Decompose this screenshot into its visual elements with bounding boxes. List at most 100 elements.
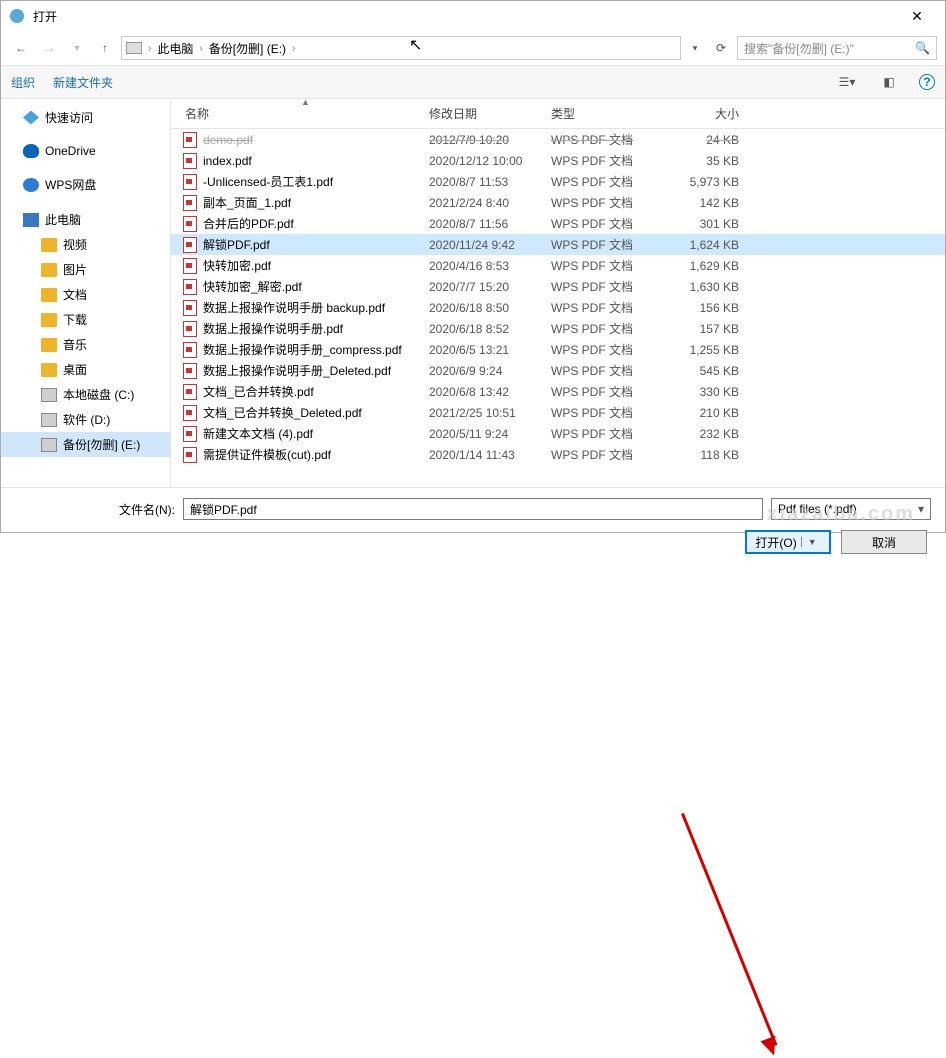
pdf-icon [183, 132, 197, 148]
file-row[interactable]: 数据上报操作说明手册 backup.pdf2020/6/18 8:50WPS P… [171, 297, 945, 318]
file-row[interactable]: 文档_已合并转换_Deleted.pdf2021/2/25 10:51WPS P… [171, 402, 945, 423]
breadcrumb-pc[interactable]: 此电脑 [157, 40, 193, 57]
sidebar-pictures[interactable]: 图片 [1, 257, 170, 282]
file-row[interactable]: demo.pdf2012/7/9 10:20WPS PDF 文档24 KB [171, 129, 945, 150]
file-date: 2020/4/16 8:53 [429, 259, 551, 273]
file-name: -Unlicensed-员工表1.pdf [203, 173, 333, 190]
pdf-icon [183, 279, 197, 295]
pc-icon [23, 213, 39, 227]
sort-indicator-icon: ▲ [301, 99, 310, 107]
folder-icon [41, 363, 57, 377]
column-size[interactable]: 大小 [667, 105, 757, 122]
organize-menu[interactable]: 组织 [11, 74, 35, 91]
view-options-button[interactable]: ☰▾ [835, 75, 859, 89]
sidebar-music[interactable]: 音乐 [1, 332, 170, 357]
sidebar-drive-e[interactable]: 备份[勿删] (E:) [1, 432, 170, 457]
pdf-icon [183, 300, 197, 316]
cloud-icon [23, 144, 39, 158]
file-row[interactable]: 需提供证件模板(cut).pdf2020/1/14 11:43WPS PDF 文… [171, 444, 945, 465]
address-bar[interactable]: › 此电脑 › 备份[勿删] (E:) › [121, 36, 681, 60]
sidebar-item-label: 视频 [63, 236, 87, 253]
file-name: 副本_页面_1.pdf [203, 194, 291, 211]
file-row[interactable]: 快转加密.pdf2020/4/16 8:53WPS PDF 文档1,629 KB [171, 255, 945, 276]
column-headers: ▲ 名称 修改日期 类型 大小 [171, 99, 945, 129]
file-size: 545 KB [667, 364, 757, 378]
recent-dropdown[interactable]: ▼ [65, 36, 89, 60]
file-size: 35 KB [667, 154, 757, 168]
wps-icon [23, 178, 39, 192]
sidebar-desktop[interactable]: 桌面 [1, 357, 170, 382]
refresh-button[interactable]: ⟳ [709, 41, 733, 55]
file-row[interactable]: 快转加密_解密.pdf2020/7/7 15:20WPS PDF 文档1,630… [171, 276, 945, 297]
new-folder-button[interactable]: 新建文件夹 [53, 74, 113, 91]
file-size: 157 KB [667, 322, 757, 336]
pdf-icon [183, 384, 197, 400]
file-row[interactable]: 新建文本文档 (4).pdf2020/5/11 9:24WPS PDF 文档23… [171, 423, 945, 444]
drive-icon [126, 42, 142, 54]
file-row[interactable]: 文档_已合并转换.pdf2020/6/8 13:42WPS PDF 文档330 … [171, 381, 945, 402]
folder-icon [41, 238, 57, 252]
sidebar-item-label: 文档 [63, 286, 87, 303]
pdf-icon [183, 258, 197, 274]
sidebar: 快速访问 OneDrive WPS网盘 此电脑 视频 图片 文档 下载 音乐 桌… [1, 99, 171, 487]
sidebar-documents[interactable]: 文档 [1, 282, 170, 307]
chevron-down-icon: ▾ [918, 502, 924, 516]
sidebar-this-pc[interactable]: 此电脑 [1, 207, 170, 232]
sidebar-quick-access[interactable]: 快速访问 [1, 105, 170, 130]
file-size: 24 KB [667, 133, 757, 147]
back-button[interactable]: ← [9, 36, 33, 60]
file-size: 232 KB [667, 427, 757, 441]
open-button[interactable]: 打开(O) ▼ [745, 530, 831, 554]
file-name: demo.pdf [203, 133, 253, 147]
file-type: WPS PDF 文档 [551, 194, 667, 211]
file-row[interactable]: 数据上报操作说明手册_compress.pdf2020/6/5 13:21WPS… [171, 339, 945, 360]
sidebar-drive-c[interactable]: 本地磁盘 (C:) [1, 382, 170, 407]
sidebar-drive-d[interactable]: 软件 (D:) [1, 407, 170, 432]
file-row[interactable]: 数据上报操作说明手册_Deleted.pdf2020/6/9 9:24WPS P… [171, 360, 945, 381]
forward-button[interactable]: → [37, 36, 61, 60]
breadcrumb-sep: › [199, 43, 202, 54]
sidebar-video[interactable]: 视频 [1, 232, 170, 257]
open-button-label: 打开(O) [755, 534, 796, 551]
sidebar-wps[interactable]: WPS网盘 [1, 172, 170, 197]
file-row[interactable]: index.pdf2020/12/12 10:00WPS PDF 文档35 KB [171, 150, 945, 171]
file-name: 数据上报操作说明手册_Deleted.pdf [203, 362, 391, 379]
column-type[interactable]: 类型 [551, 105, 667, 122]
file-date: 2020/6/18 8:50 [429, 301, 551, 315]
file-list[interactable]: demo.pdf2012/7/9 10:20WPS PDF 文档24 KBind… [171, 129, 945, 487]
sidebar-item-label: OneDrive [45, 144, 96, 158]
sidebar-item-label: 下载 [63, 311, 87, 328]
help-button[interactable]: ? [919, 74, 935, 90]
folder-icon [41, 288, 57, 302]
column-name[interactable]: 名称 [171, 105, 429, 122]
preview-pane-button[interactable]: ◧ [877, 75, 901, 89]
file-date: 2020/1/14 11:43 [429, 448, 551, 462]
address-dropdown[interactable]: ▾ [685, 43, 705, 54]
file-row[interactable]: 数据上报操作说明手册.pdf2020/6/18 8:52WPS PDF 文档15… [171, 318, 945, 339]
file-date: 2020/6/5 13:21 [429, 343, 551, 357]
cancel-button[interactable]: 取消 [841, 530, 927, 554]
file-type-filter[interactable]: Pdf files (*.pdf) ▾ [771, 498, 931, 520]
sidebar-downloads[interactable]: 下载 [1, 307, 170, 332]
file-type: WPS PDF 文档 [551, 362, 667, 379]
file-type: WPS PDF 文档 [551, 446, 667, 463]
titlebar: 打开 ✕ [1, 1, 945, 31]
pdf-icon [183, 363, 197, 379]
file-name: 解锁PDF.pdf [203, 236, 270, 253]
breadcrumb-drive[interactable]: 备份[勿删] (E:) [209, 40, 286, 57]
file-row[interactable]: 合并后的PDF.pdf2020/8/7 11:56WPS PDF 文档301 K… [171, 213, 945, 234]
close-button[interactable]: ✕ [897, 8, 937, 25]
file-row[interactable]: -Unlicensed-员工表1.pdf2020/8/7 11:53WPS PD… [171, 171, 945, 192]
filename-input[interactable] [183, 498, 763, 520]
search-input[interactable]: 搜索"备份[勿删] (E:)" 🔍 [737, 36, 937, 60]
sidebar-item-label: 备份[勿删] (E:) [63, 436, 140, 453]
column-date[interactable]: 修改日期 [429, 105, 551, 122]
up-button[interactable]: ↑ [93, 36, 117, 60]
sidebar-item-label: 快速访问 [45, 109, 93, 126]
file-row[interactable]: 解锁PDF.pdf2020/11/24 9:42WPS PDF 文档1,624 … [171, 234, 945, 255]
pdf-icon [183, 195, 197, 211]
sidebar-onedrive[interactable]: OneDrive [1, 140, 170, 162]
file-row[interactable]: 副本_页面_1.pdf2021/2/24 8:40WPS PDF 文档142 K… [171, 192, 945, 213]
file-type: WPS PDF 文档 [551, 236, 667, 253]
file-date: 2020/11/24 9:42 [429, 238, 551, 252]
